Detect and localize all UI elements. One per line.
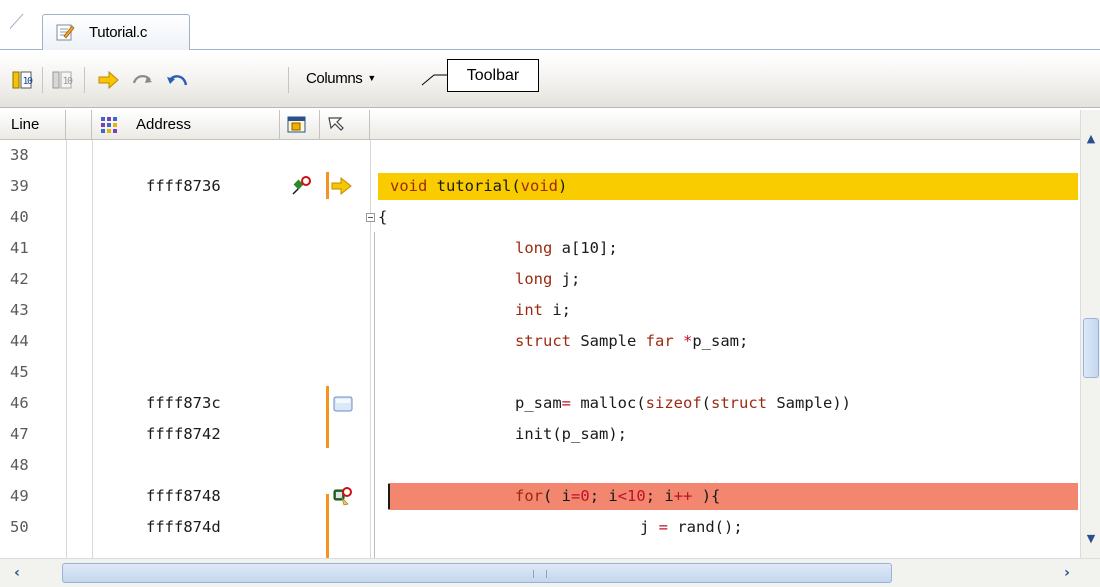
code-line[interactable]: 42 long j; bbox=[0, 264, 1080, 294]
code-text: struct Sample far *p_sam; bbox=[515, 332, 749, 350]
vertical-scroll-thumb[interactable] bbox=[1083, 318, 1099, 378]
code-line-breakpoint[interactable]: 49 ffff8748 for( i=0; i<10; i++ ){ bbox=[0, 481, 1080, 511]
tab-strip: Tutorial.c bbox=[0, 0, 1100, 53]
svg-text:0: 0 bbox=[27, 76, 33, 87]
step-forward-icon[interactable] bbox=[130, 67, 156, 93]
tab-label: Tutorial.c bbox=[89, 24, 148, 41]
address-value: ffff8742 bbox=[146, 425, 221, 443]
code-text: j = rand(); bbox=[640, 518, 743, 536]
line-number: 47 bbox=[10, 425, 29, 443]
code-line[interactable]: 46 ffff873c p_sam= malloc(sizeof(struct … bbox=[0, 388, 1080, 418]
code-line[interactable]: 38 bbox=[0, 140, 1080, 170]
address-grid-icon bbox=[101, 117, 117, 133]
step-back-icon[interactable] bbox=[164, 67, 190, 93]
line-number: 44 bbox=[10, 332, 29, 350]
line-number: 40 bbox=[10, 208, 29, 226]
scroll-left-icon[interactable]: ‹ bbox=[6, 562, 28, 584]
horizontal-scrollbar[interactable]: ‹ › bbox=[0, 558, 1100, 587]
toolbar: 1 0 1 0 Columns ▼ bbox=[0, 53, 1100, 108]
source-editor[interactable]: 38 39 ffff8736 void tutorial(void) 40 { … bbox=[0, 140, 1080, 558]
column-line[interactable]: Line bbox=[0, 110, 66, 140]
code-text: for( i=0; i<10; i++ ){ bbox=[515, 487, 721, 505]
svg-text:0: 0 bbox=[67, 76, 73, 87]
code-text: p_sam= malloc(sizeof(struct Sample)) bbox=[515, 394, 852, 412]
chevron-down-icon: ▼ bbox=[367, 73, 376, 83]
bookmark-icon[interactable] bbox=[332, 392, 356, 416]
current-pc-arrow-icon bbox=[331, 176, 352, 196]
line-number: 43 bbox=[10, 301, 29, 319]
callout-pointer bbox=[421, 74, 448, 86]
line-number: 48 bbox=[10, 456, 29, 474]
code-line[interactable]: 50 ffff874d j = rand(); bbox=[0, 512, 1080, 542]
columns-label: Columns bbox=[306, 70, 363, 87]
line-number: 42 bbox=[10, 270, 29, 288]
address-value: ffff873c bbox=[146, 394, 221, 412]
line-number: 46 bbox=[10, 394, 29, 412]
line-number: 45 bbox=[10, 363, 29, 381]
column-spacer bbox=[66, 110, 92, 140]
column-source bbox=[370, 110, 1080, 140]
source-file-icon bbox=[56, 24, 75, 41]
code-text: int i; bbox=[515, 301, 571, 319]
scroll-grip bbox=[533, 570, 547, 578]
event-pin-icon[interactable] bbox=[290, 174, 314, 198]
code-line[interactable]: 45 bbox=[0, 357, 1080, 387]
code-text: init(p_sam); bbox=[515, 425, 627, 443]
column-header: Line Address bbox=[0, 110, 1080, 140]
go-to-address-icon[interactable]: 1 0 bbox=[10, 67, 36, 93]
address-value: ffff8748 bbox=[146, 487, 221, 505]
code-text: void tutorial(void) bbox=[390, 177, 568, 195]
horizontal-scroll-thumb[interactable] bbox=[62, 563, 892, 583]
code-line[interactable]: 48 bbox=[0, 450, 1080, 480]
code-line[interactable]: 41 long a[10]; bbox=[0, 233, 1080, 263]
toolbar-separator bbox=[288, 67, 289, 93]
toolbar-callout: Toolbar bbox=[447, 59, 539, 92]
line-number: 39 bbox=[10, 177, 29, 195]
code-text: long j; bbox=[515, 270, 581, 288]
code-text: { bbox=[378, 208, 388, 226]
line-number: 49 bbox=[10, 487, 29, 505]
toolbar-separator bbox=[42, 67, 43, 93]
pointing-hand-icon bbox=[328, 117, 344, 131]
address-value: ffff8736 bbox=[146, 177, 221, 195]
column-event[interactable] bbox=[280, 110, 320, 140]
columns-dropdown[interactable]: Columns ▼ bbox=[306, 70, 376, 87]
breakpoint-highlight bbox=[388, 483, 1078, 510]
code-text: long a[10]; bbox=[515, 239, 618, 257]
go-to-source-icon[interactable]: 1 0 bbox=[50, 67, 76, 93]
event-column-icon bbox=[287, 116, 306, 133]
code-line[interactable]: 44 struct Sample far *p_sam; bbox=[0, 326, 1080, 356]
tab-tutorial-c[interactable]: Tutorial.c bbox=[42, 14, 190, 50]
scroll-up-icon[interactable]: ▲ bbox=[1083, 128, 1099, 150]
column-current-pc[interactable] bbox=[320, 110, 370, 140]
vertical-scrollbar[interactable]: ▲ ▼ bbox=[1080, 110, 1100, 558]
line-number: 41 bbox=[10, 239, 29, 257]
hardware-breakpoint-icon[interactable] bbox=[332, 484, 356, 508]
address-value: ffff874d bbox=[146, 518, 221, 536]
line-number: 38 bbox=[10, 146, 29, 164]
code-line-current[interactable]: 39 ffff8736 void tutorial(void) bbox=[0, 171, 1080, 201]
code-line[interactable]: 43 int i; bbox=[0, 295, 1080, 325]
code-line[interactable]: 47 ffff8742 init(p_sam); bbox=[0, 419, 1080, 449]
line-number: 50 bbox=[10, 518, 29, 536]
collapse-icon[interactable] bbox=[366, 213, 375, 222]
scroll-right-icon[interactable]: › bbox=[1056, 562, 1078, 584]
show-current-pc-icon[interactable] bbox=[96, 67, 122, 93]
code-line[interactable]: 40 { bbox=[0, 202, 1080, 232]
toolbar-separator bbox=[84, 67, 85, 93]
scroll-down-icon[interactable]: ▼ bbox=[1083, 528, 1099, 550]
text-caret bbox=[388, 484, 390, 509]
